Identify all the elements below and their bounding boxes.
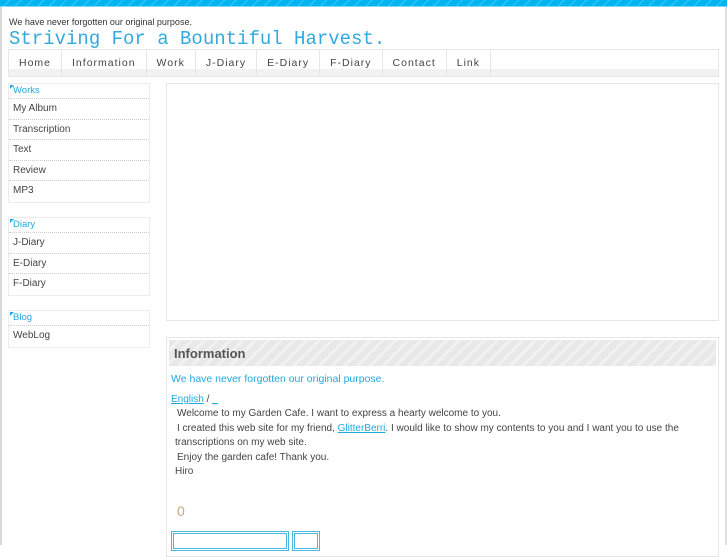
nav-j-diary[interactable]: J-Diary bbox=[196, 50, 258, 76]
site-title: Striving For a Bountiful Harvest. bbox=[9, 28, 386, 50]
sidebar-blog: Blog WebLog bbox=[8, 310, 150, 348]
information-body: English / _ Welcome to my Garden Cafe. I… bbox=[171, 393, 714, 479]
glitterberri-link[interactable]: GlitterBerri bbox=[338, 423, 386, 434]
sidebar-diary: Diary J-Diary E-Diary F-Diary bbox=[8, 217, 150, 296]
sidebar-item-my-album[interactable]: My Album bbox=[9, 99, 149, 120]
nav-information[interactable]: Information bbox=[62, 50, 147, 76]
sidebar-item-e-diary[interactable]: E-Diary bbox=[9, 254, 149, 274]
site-tagline: We have never forgotten our original pur… bbox=[9, 17, 192, 27]
other-language-link[interactable]: _ bbox=[212, 394, 218, 405]
sidebar-heading-works: Works bbox=[9, 84, 149, 99]
sidebar-item-weblog[interactable]: WebLog bbox=[9, 326, 149, 347]
nav-f-diary[interactable]: F-Diary bbox=[320, 50, 383, 76]
nav-home[interactable]: Home bbox=[9, 50, 63, 76]
signature: Hiro bbox=[175, 466, 194, 478]
nav-link[interactable]: Link bbox=[447, 50, 491, 76]
information-lead: We have never forgotten our original pur… bbox=[171, 373, 385, 385]
nav-contact[interactable]: Contact bbox=[383, 50, 447, 76]
lang-separator: / bbox=[203, 394, 213, 405]
information-panel: Information We have never forgotten our … bbox=[166, 337, 719, 557]
sidebar-item-transcription[interactable]: Transcription bbox=[9, 120, 149, 140]
created-text: I created this web site for my friend, bbox=[177, 422, 338, 434]
sidebar-item-mp3[interactable]: MP3 bbox=[9, 181, 149, 202]
small-banner-button[interactable] bbox=[292, 531, 320, 551]
sidebar-heading-diary: Diary bbox=[9, 218, 149, 233]
nav-e-diary[interactable]: E-Diary bbox=[257, 50, 321, 76]
sidebar-item-review[interactable]: Review bbox=[9, 161, 149, 181]
main-nav: Home Information Work J-Diary E-Diary F-… bbox=[8, 49, 719, 77]
sidebar-works: Works My Album Transcription Text Review… bbox=[8, 83, 150, 203]
enjoy-line: Enjoy the garden cafe! Thank you. bbox=[177, 451, 330, 463]
banner-button[interactable] bbox=[171, 531, 289, 551]
english-link[interactable]: English bbox=[171, 394, 204, 405]
visitor-counter: 0 bbox=[177, 503, 185, 520]
sidebar-heading-blog: Blog bbox=[9, 311, 149, 326]
information-heading: Information bbox=[169, 340, 716, 366]
bottom-buttons bbox=[171, 531, 320, 551]
sidebar-item-j-diary[interactable]: J-Diary bbox=[9, 233, 149, 254]
left-border bbox=[0, 7, 2, 545]
top-banner bbox=[0, 0, 727, 7]
nav-work[interactable]: Work bbox=[147, 50, 196, 76]
content-panel-empty bbox=[166, 83, 719, 321]
welcome-line: Welcome to my Garden Cafe. I want to exp… bbox=[177, 408, 501, 420]
sidebar-item-f-diary[interactable]: F-Diary bbox=[9, 274, 149, 295]
sidebar-item-text[interactable]: Text bbox=[9, 140, 149, 161]
